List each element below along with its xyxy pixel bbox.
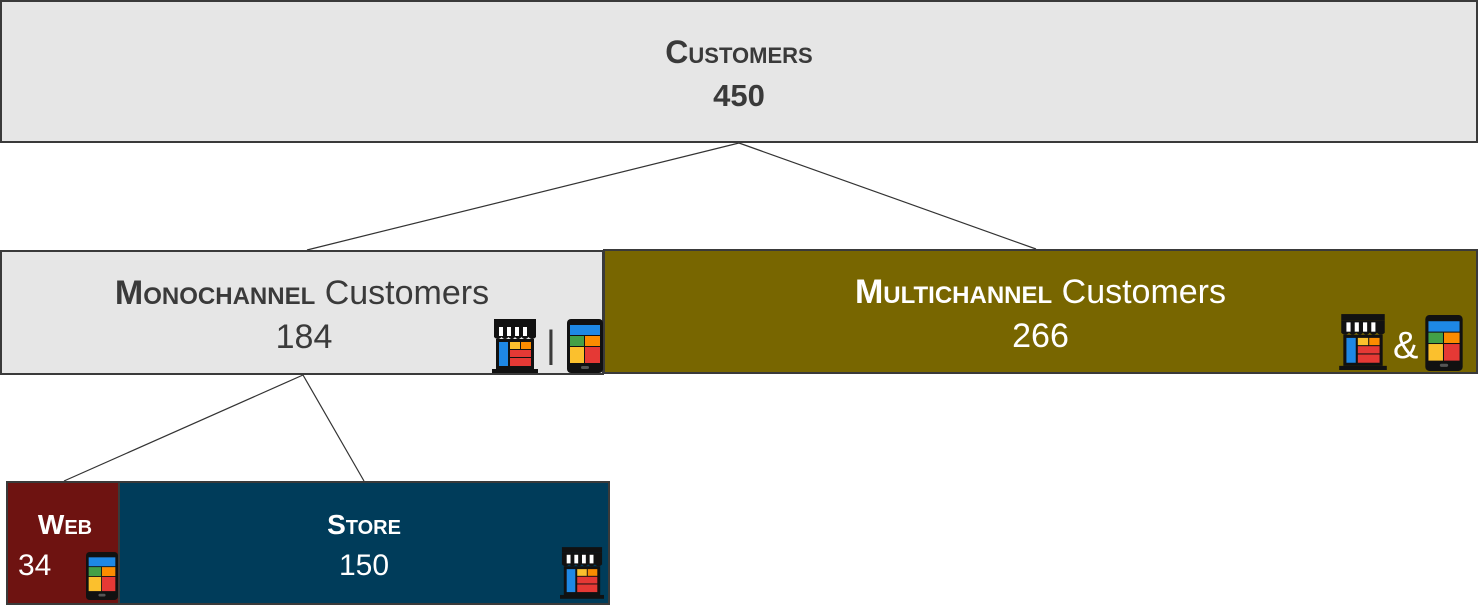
- monochannel-node: Monochannel Customers 184 |: [0, 250, 604, 375]
- web-node: Web 34: [6, 481, 122, 605]
- store-icon: [560, 547, 604, 599]
- multichannel-title-rest: Customers: [1052, 273, 1227, 311]
- monochannel-title-rest: Customers: [315, 274, 490, 312]
- or-separator: |: [546, 324, 556, 366]
- store-node: Store 150: [118, 481, 610, 605]
- tablet-icon: [1425, 315, 1463, 371]
- and-separator: &: [1393, 325, 1419, 367]
- customers-title: Customers: [665, 34, 813, 70]
- smartphone-icon: [567, 319, 603, 373]
- store-icon: [1339, 314, 1387, 370]
- monochannel-title: Monochannel Customers: [2, 274, 602, 313]
- connector-mono-store: [302, 374, 365, 482]
- multichannel-node: Multichannel Customers 266 &: [603, 249, 1478, 374]
- connector-root-multi: [738, 142, 1037, 250]
- connector-mono-web: [63, 374, 304, 482]
- customers-node: Customers 450: [0, 0, 1478, 143]
- multichannel-title: Multichannel Customers: [605, 273, 1476, 312]
- customers-count: 450: [713, 78, 765, 113]
- monochannel-title-bold: Monochannel: [114, 274, 316, 312]
- web-count: 34: [18, 549, 52, 582]
- store-count: 150: [338, 549, 390, 582]
- multichannel-title-bold: Multichannel: [854, 273, 1053, 311]
- connector-root-mono: [306, 142, 740, 251]
- smartphone-icon: [86, 552, 118, 600]
- web-title: Web: [37, 509, 93, 540]
- store-title: Store: [327, 509, 401, 540]
- store-icon: [492, 319, 538, 373]
